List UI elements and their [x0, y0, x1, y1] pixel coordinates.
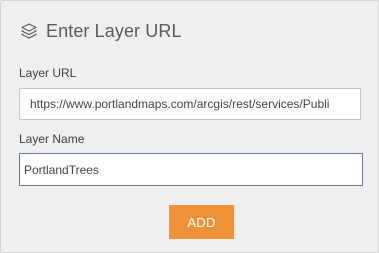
panel-title: Enter Layer URL: [46, 20, 182, 41]
panel-header: Enter Layer URL: [20, 19, 182, 43]
add-button[interactable]: ADD: [169, 205, 234, 239]
layer-name-input[interactable]: [19, 153, 363, 186]
layers-icon: [20, 22, 38, 40]
enter-layer-url-panel: Enter Layer URL Layer URL Layer Name ADD: [0, 0, 379, 253]
layer-url-label: Layer URL: [19, 66, 77, 80]
layer-url-input[interactable]: [19, 88, 361, 120]
layer-name-label: Layer Name: [19, 132, 85, 146]
